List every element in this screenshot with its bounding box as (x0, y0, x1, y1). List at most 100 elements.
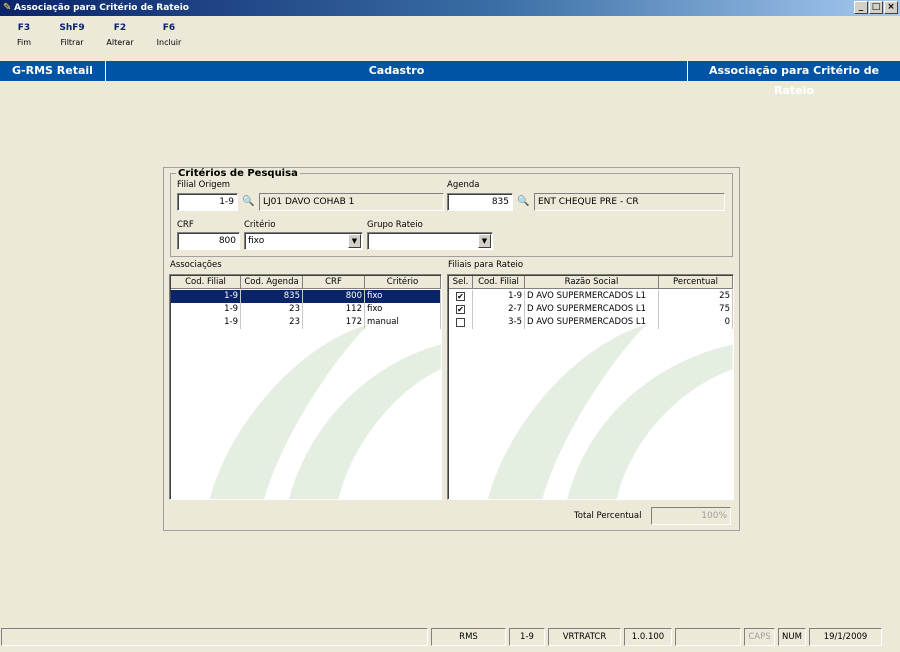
checkbox-checked[interactable]: ✔ (456, 305, 465, 314)
app-name: G-RMS Retail (0, 61, 106, 81)
criterio-cell: manual (365, 316, 441, 329)
table-row[interactable]: 1-9 835 800 fixo (171, 290, 441, 303)
function-key-toolbar: F3 Fim ShF9 Filtrar F2 Alterar F6 Inclui… (0, 16, 900, 60)
window-title: Associação para Critério de Rateio (14, 3, 189, 13)
total-percentual-label: Total Percentual (574, 511, 642, 521)
cod-agenda-cell: 835 (241, 290, 303, 303)
grupo-rateio-select[interactable]: ▼ (367, 232, 493, 250)
filial-origem-name: LJ01 DAVO COHAB 1 (259, 193, 444, 211)
crf-input[interactable]: 800 (177, 232, 240, 250)
sel-cell[interactable]: ✔ (449, 303, 473, 316)
razao-social-cell: D AVO SUPERMERCADOS L1 (525, 316, 659, 329)
status-blank (675, 628, 741, 646)
cod-filial-cell: 1-9 (171, 316, 241, 329)
agenda-label: Agenda (447, 180, 480, 190)
razao-social-cell: D AVO SUPERMERCADOS L1 (525, 303, 659, 316)
alterar-key: F2 (113, 23, 127, 33)
crf-cell: 172 (303, 316, 365, 329)
column-header[interactable]: Critério (365, 276, 441, 289)
percentual-cell: 25 (659, 290, 733, 303)
status-message (1, 628, 428, 646)
sel-cell[interactable]: ✔ (449, 290, 473, 303)
associacoes-header: Cod. Filial Cod. Agenda CRF Critério (171, 276, 441, 289)
checkbox-unchecked[interactable] (456, 318, 465, 327)
cod-filial-cell: 2-7 (473, 303, 525, 316)
status-program: VRTRATCR (548, 628, 621, 646)
cod-filial-cell: 1-9 (171, 290, 241, 303)
status-num: NUM (778, 628, 806, 646)
criterio-cell: fixo (365, 303, 441, 316)
percentual-cell: 0 (659, 316, 733, 329)
fim-key: F3 (17, 23, 31, 33)
status-version: 1.0.100 (624, 628, 672, 646)
table-row[interactable]: ✔ 2-7 D AVO SUPERMERCADOS L1 75 (449, 303, 733, 316)
criterio-value: fixo (248, 236, 265, 246)
status-caps: CAPS (744, 628, 775, 646)
section-name: Cadastro (368, 64, 425, 77)
status-date: 19/1/2009 (809, 628, 882, 646)
filtrar-button[interactable]: ShF9 Filtrar (56, 23, 88, 47)
cod-agenda-cell: 23 (241, 316, 303, 329)
column-header[interactable]: Cod. Agenda (241, 276, 303, 289)
cod-filial-cell: 3-5 (473, 316, 525, 329)
crf-cell: 800 (303, 290, 365, 303)
status-bar: RMS 1-9 VRTRATCR 1.0.100 CAPS NUM 19/1/2… (0, 628, 900, 646)
filtrar-label: Filtrar (60, 38, 84, 47)
filiais-header: Sel. Cod. Filial Razão Social Percentual (449, 276, 733, 289)
filtrar-key: ShF9 (59, 23, 85, 33)
associacoes-label: Associações (170, 260, 222, 270)
incluir-label: Incluir (156, 38, 182, 47)
column-header[interactable]: Razão Social (525, 276, 659, 289)
table-row[interactable]: 3-5 D AVO SUPERMERCADOS L1 0 (449, 316, 733, 329)
razao-social-cell: D AVO SUPERMERCADOS L1 (525, 290, 659, 303)
status-filial: 1-9 (509, 628, 545, 646)
filial-origem-label: Filial Origem (177, 180, 231, 190)
incluir-button[interactable]: F6 Incluir (154, 23, 184, 47)
cod-agenda-cell: 23 (241, 303, 303, 316)
filiais-label: Filiais para Rateio (448, 260, 524, 270)
status-db: RMS (431, 628, 506, 646)
cod-filial-cell: 1-9 (171, 303, 241, 316)
table-row[interactable]: ✔ 1-9 D AVO SUPERMERCADOS L1 25 (449, 290, 733, 303)
criterio-label: Critério (244, 220, 276, 230)
screen-name: Associação para Critério de Rateio (687, 61, 900, 97)
close-button[interactable]: × (884, 1, 898, 14)
table-row[interactable]: 1-9 23 172 manual (171, 316, 441, 329)
app-icon: ✎ (3, 2, 12, 13)
binoculars-icon[interactable]: 🔍 (515, 193, 532, 211)
chevron-down-icon[interactable]: ▼ (478, 234, 491, 248)
column-header[interactable]: Sel. (449, 276, 473, 289)
associacoes-grid[interactable]: Cod. Filial Cod. Agenda CRF Critério 1-9… (169, 274, 442, 500)
percentual-cell: 75 (659, 303, 733, 316)
grupo-rateio-label: Grupo Rateio (367, 220, 423, 230)
table-row[interactable]: 1-9 23 112 fixo (171, 303, 441, 316)
fim-label: Fim (16, 38, 32, 47)
criterio-select[interactable]: fixo ▼ (244, 232, 363, 250)
chevron-down-icon[interactable]: ▼ (348, 234, 361, 248)
cod-filial-cell: 1-9 (473, 290, 525, 303)
column-header[interactable]: CRF (303, 276, 365, 289)
column-header[interactable]: Cod. Filial (473, 276, 525, 289)
filial-origem-input[interactable]: 1-9 (177, 193, 238, 211)
minimize-button[interactable]: _ (854, 1, 868, 14)
alterar-button[interactable]: F2 Alterar (104, 23, 136, 47)
alterar-label: Alterar (106, 38, 134, 47)
binoculars-icon[interactable]: 🔍 (240, 193, 257, 211)
crf-label: CRF (177, 220, 194, 230)
crf-cell: 112 (303, 303, 365, 316)
agenda-name: ENT CHEQUE PRE - CR (534, 193, 725, 211)
column-header[interactable]: Cod. Filial (171, 276, 241, 289)
total-percentual-value: 100% (651, 507, 731, 525)
sel-cell[interactable] (449, 316, 473, 329)
incluir-key: F6 (162, 23, 176, 33)
filiais-grid[interactable]: Sel. Cod. Filial Razão Social Percentual… (447, 274, 734, 500)
criteria-legend: Critérios de Pesquisa (176, 168, 300, 179)
fim-button[interactable]: F3 Fim (12, 23, 36, 47)
agenda-input[interactable]: 835 (447, 193, 513, 211)
maximize-button[interactable]: □ (869, 1, 883, 14)
checkbox-checked[interactable]: ✔ (456, 292, 465, 301)
column-header[interactable]: Percentual (659, 276, 733, 289)
criterio-cell: fixo (365, 290, 441, 303)
module-header: G-RMS Retail Cadastro Associação para Cr… (0, 61, 900, 97)
window-titlebar: ✎ Associação para Critério de Rateio _ □… (0, 0, 900, 16)
